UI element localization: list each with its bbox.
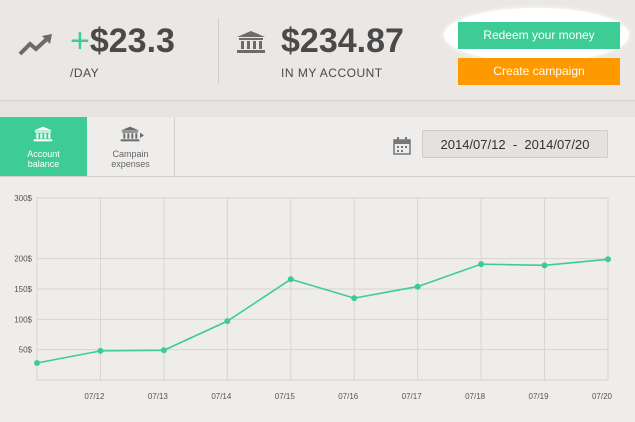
data-point xyxy=(160,347,167,354)
y-tick-label: 200$ xyxy=(14,255,32,264)
x-tick-label: 07/15 xyxy=(275,392,296,401)
data-point xyxy=(351,295,358,302)
balance-line-chart: 50$ 100$ 150$ 200$ 300$ 07/12 07/13 07/14 07/15 0… xyxy=(14,194,613,401)
y-tick-label: 50$ xyxy=(19,346,33,355)
data-point xyxy=(541,262,548,269)
x-tick-label: 07/20 xyxy=(592,392,613,401)
data-point xyxy=(97,347,104,354)
y-tick-label: 300$ xyxy=(14,194,32,203)
data-point xyxy=(34,360,40,367)
x-tick-label: 07/14 xyxy=(211,392,232,401)
data-point xyxy=(224,318,231,325)
y-tick-label: 100$ xyxy=(14,315,32,324)
series-line xyxy=(36,258,609,364)
x-tick-label: 07/13 xyxy=(148,392,169,401)
y-tick-label: 150$ xyxy=(14,285,32,294)
data-point xyxy=(287,276,294,283)
x-tick-label: 07/17 xyxy=(402,392,423,401)
x-tick-label: 07/19 xyxy=(529,392,550,401)
x-tick-label: 07/18 xyxy=(465,392,486,401)
x-tick-label: 07/12 xyxy=(84,392,105,401)
data-point xyxy=(414,283,421,290)
data-point xyxy=(478,261,485,268)
data-point xyxy=(605,256,611,263)
x-tick-label: 07/16 xyxy=(338,392,359,401)
